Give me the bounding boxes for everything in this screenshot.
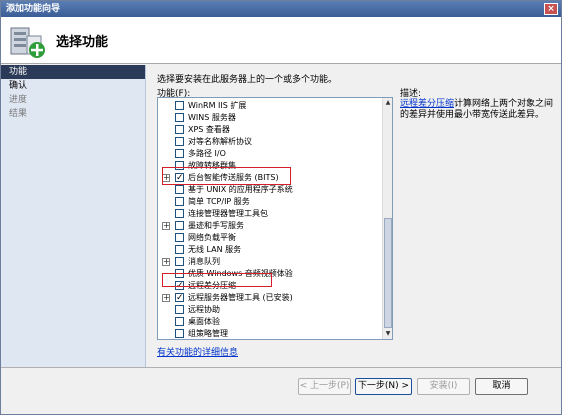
scroll-thumb[interactable]: [384, 218, 392, 328]
feature-row[interactable]: 远程协助: [158, 304, 378, 316]
feature-row[interactable]: 简单 TCP/IP 服务: [158, 196, 378, 208]
feature-row[interactable]: + 消息队列: [158, 256, 378, 268]
feature-checkbox[interactable]: [175, 197, 184, 206]
feature-checkbox[interactable]: [175, 221, 184, 230]
feature-checkbox[interactable]: [175, 149, 184, 158]
more-info-link[interactable]: 有关功能的详细信息: [157, 345, 238, 358]
feature-checkbox[interactable]: [175, 257, 184, 266]
wizard-nav: 功能 确认 进度 结果: [1, 65, 146, 367]
nav-item-progress: 进度: [9, 95, 28, 105]
feature-row[interactable]: + ✓ 远程服务器管理工具 (已安装): [158, 292, 378, 304]
feature-label: 远程协助: [188, 305, 220, 314]
feature-label: 远程服务器管理工具 (已安装): [188, 293, 293, 302]
page-title: 选择功能: [56, 35, 109, 50]
feature-label: 连接管理器管理工具包: [188, 209, 268, 218]
title-bar[interactable]: 添加功能向导 ×: [1, 1, 561, 17]
add-features-wizard-window: 添加功能向导 × 选择功能 功能 确认 进度 结果 选择要安装在此服务器上的一个…: [0, 0, 562, 415]
instruction-text: 选择要安装在此服务器上的一个或多个功能。: [157, 75, 338, 85]
nav-item-features[interactable]: 功能: [1, 65, 145, 79]
feature-row[interactable]: 多路径 I/O: [158, 148, 378, 160]
scroll-down-icon[interactable]: ▼: [383, 329, 392, 339]
feature-label: 简单 TCP/IP 服务: [188, 197, 250, 206]
feature-checkbox[interactable]: [175, 185, 184, 194]
feature-row[interactable]: + 墨迹和手写服务: [158, 220, 378, 232]
features-tree[interactable]: ▲ ▼ WinRM IIS 扩展 WINS 服务器 XPS 查看器对等名称解析协议多…: [157, 97, 393, 340]
feature-label: 多路径 I/O: [188, 149, 226, 158]
feature-checkbox[interactable]: [175, 233, 184, 242]
highlight-box-rdc: [162, 273, 272, 287]
feature-row[interactable]: 基于 UNIX 的应用程序子系统: [158, 184, 378, 196]
feature-row[interactable]: 连接管理器管理工具包: [158, 208, 378, 220]
next-button[interactable]: 下一步(N) >: [355, 378, 412, 395]
feature-row[interactable]: 对等名称解析协议: [158, 136, 378, 148]
feature-checkbox[interactable]: [175, 125, 184, 134]
install-button[interactable]: 安装(I): [417, 378, 470, 395]
expand-icon[interactable]: +: [162, 222, 170, 230]
feature-label: WINS 服务器: [188, 113, 236, 122]
close-button[interactable]: ×: [544, 3, 558, 15]
feature-row[interactable]: 网络负载平衡: [158, 232, 378, 244]
feature-label: WinRM IIS 扩展: [188, 101, 247, 110]
feature-row[interactable]: WINS 服务器: [158, 112, 378, 124]
feature-checkbox[interactable]: [175, 305, 184, 314]
feature-checkbox[interactable]: [175, 113, 184, 122]
feature-row[interactable]: 桌面体验: [158, 316, 378, 328]
feature-row[interactable]: WinRM IIS 扩展: [158, 100, 378, 112]
nav-item-results: 结果: [9, 109, 28, 119]
scroll-up-icon[interactable]: ▲: [383, 98, 392, 108]
feature-label: 组策略管理: [188, 329, 228, 338]
feature-label: 消息队列: [188, 257, 220, 266]
server-add-icon: [10, 27, 45, 58]
description-text: 远程差分压缩计算网络上两个对象之间的差异并使用最小带宽传送此差异。: [400, 99, 556, 121]
window-title: 添加功能向导: [6, 4, 61, 14]
feature-checkbox[interactable]: [175, 329, 184, 338]
feature-row[interactable]: 无线 LAN 服务: [158, 244, 378, 256]
expand-icon[interactable]: +: [162, 294, 170, 302]
features-scrollbar[interactable]: ▲ ▼: [382, 98, 392, 339]
feature-label: 无线 LAN 服务: [188, 245, 242, 254]
previous-button[interactable]: < 上一步(P): [298, 378, 351, 395]
cancel-button[interactable]: 取消: [475, 378, 528, 395]
feature-label: 墨迹和手写服务: [188, 221, 244, 230]
feature-row[interactable]: XPS 查看器: [158, 124, 378, 136]
feature-checkbox[interactable]: [175, 101, 184, 110]
feature-label: 对等名称解析协议: [188, 137, 252, 146]
feature-checkbox[interactable]: [175, 209, 184, 218]
expand-icon[interactable]: +: [162, 258, 170, 266]
feature-label: 基于 UNIX 的应用程序子系统: [188, 185, 293, 194]
nav-item-confirm[interactable]: 确认: [1, 79, 145, 93]
feature-label: XPS 查看器: [188, 125, 230, 134]
feature-checkbox[interactable]: ✓: [175, 293, 184, 303]
feature-checkbox[interactable]: [175, 137, 184, 146]
feature-label: 网络负载平衡: [188, 233, 236, 242]
wizard-header: 选择功能: [1, 17, 561, 64]
feature-label: 桌面体验: [188, 317, 220, 326]
feature-checkbox[interactable]: [175, 245, 184, 254]
description-label: 描述:: [400, 89, 422, 99]
highlight-box-bits: [162, 167, 291, 185]
feature-checkbox[interactable]: [175, 317, 184, 326]
feature-row[interactable]: 组策略管理: [158, 328, 378, 339]
description-link[interactable]: 远程差分压缩: [400, 99, 454, 109]
